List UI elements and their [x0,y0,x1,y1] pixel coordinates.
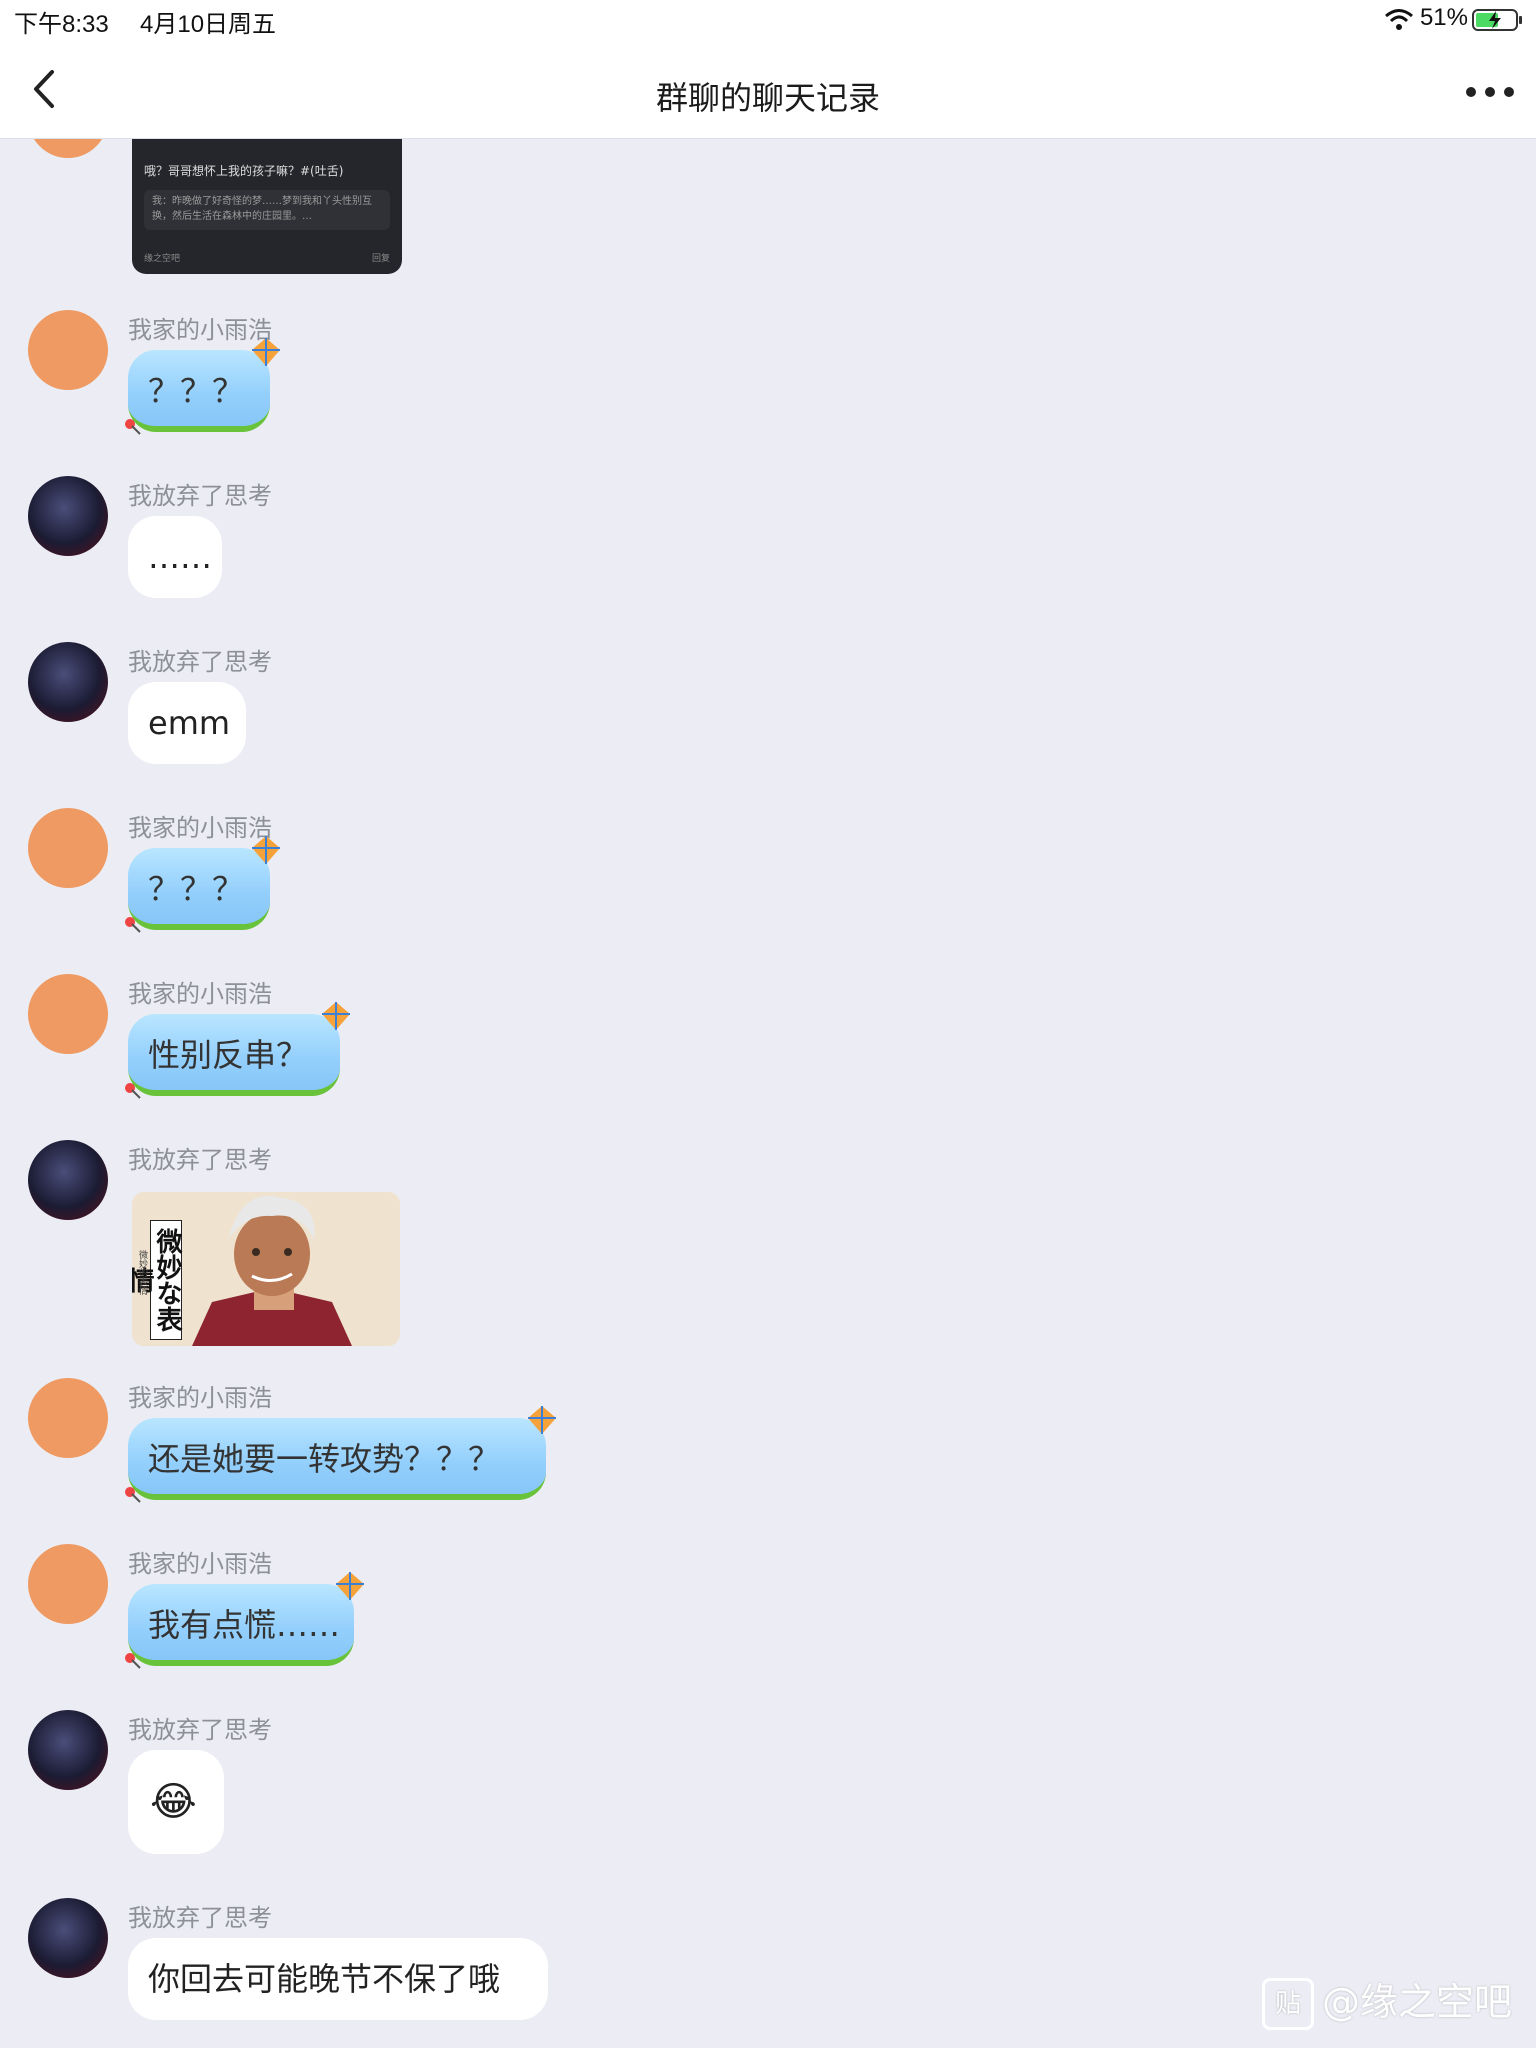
screenshot-quote: 我：昨晚做了好奇怪的梦……梦到我和丫头性别互换，然后生活在森林中的庄园里。… [144,190,390,230]
message-text: 性别反串？ [148,1036,309,1074]
pin-icon [125,419,141,435]
sender-name: 我放弃了思考 [128,648,272,676]
wifi-icon [1385,9,1413,30]
kite-icon [252,836,280,864]
avatar[interactable] [28,1898,108,1978]
sender-name: 我放弃了思考 [128,482,272,510]
pin-icon [125,1083,141,1099]
status-date: 4月10日周五 [140,11,277,38]
pin-icon [125,1653,141,1669]
avatar[interactable] [28,1140,108,1220]
avatar[interactable] [28,476,108,556]
status-bar: 下午8:33 4月10日周五 51% [0,0,1536,40]
sender-name: 我家的小雨浩 [128,1550,272,1578]
pin-icon [125,1487,141,1503]
screenshot-reply: 回复 [371,254,390,264]
message-text: ？？？ [148,372,245,410]
message-text: 你回去可能晚节不保了哦 [148,1960,501,1998]
chat-history: 哦？哥哥想怀上我的孩子嘛？#(吐舌) 我：昨晚做了好奇怪的梦……梦到我和丫头性别… [0,78,1536,2048]
message-text: 😂 [150,1779,197,1825]
screenshot-footer: 缘之空吧 [144,254,181,264]
message-bubble[interactable]: ？？？ [125,338,280,435]
kite-icon [336,1572,364,1600]
message-text: 我有点慌…… [148,1606,341,1644]
sender-name: 我放弃了思考 [128,1716,272,1744]
sticker-image[interactable]: 微妙な表情 微妙的表情 [132,1192,400,1346]
message-bubble[interactable]: 😂 [128,1750,224,1854]
nav-bar: 群聊的聊天记录 [0,40,1536,138]
kite-icon [322,1002,350,1030]
message-text: emm [148,704,231,742]
more-dots-icon[interactable] [1462,70,1518,110]
sender-name: 我放弃了思考 [128,1146,272,1174]
screenshot-text: 哦？哥哥想怀上我的孩子嘛？#(吐舌) [144,164,344,178]
tieba-logo-icon: 贴 [1261,1978,1314,2030]
pin-icon [125,917,141,933]
message-bubble[interactable]: 我有点慌…… [125,1572,364,1669]
battery-percent: 51% [1419,4,1468,31]
sender-name: 我家的小雨浩 [128,980,272,1008]
message-bubble[interactable]: ？？？ [125,836,280,933]
sender-name: 我家的小雨浩 [128,1384,272,1412]
avatar[interactable] [28,1378,108,1458]
message-text: 还是她要一转攻势？？？ [148,1440,501,1478]
status-time: 下午8:33 [14,11,109,38]
avatar[interactable] [28,642,108,722]
message-bubble[interactable]: 你回去可能晚节不保了哦 [128,1938,548,2020]
page-title: 群聊的聊天记录 [655,79,880,117]
message-bubble[interactable]: emm [128,682,246,764]
forwarded-screenshot-image[interactable]: 哦？哥哥想怀上我的孩子嘛？#(吐舌) 我：昨晚做了好奇怪的梦……梦到我和丫头性别… [132,128,402,274]
message-bubble[interactable]: 性别反串？ [125,1002,350,1099]
avatar[interactable] [28,1544,108,1624]
kite-icon [528,1406,556,1434]
avatar[interactable] [28,974,108,1054]
sender-name: 我放弃了思考 [128,1904,272,1932]
message-bubble[interactable]: …… [128,516,222,598]
watermark-text: @缘之空吧 [1321,1979,1512,2024]
message-bubble[interactable]: 还是她要一转攻势？？？ [125,1406,556,1503]
sticker-subcaption: 微妙的表情 [137,1250,147,1295]
watermark: 贴 @缘之空吧 [1261,1971,1512,2030]
battery-charging-icon [1472,9,1522,31]
avatar[interactable] [28,808,108,888]
avatar[interactable] [28,310,108,390]
message-text: …… [148,538,212,576]
avatar[interactable] [28,1710,108,1790]
sticker-caption: 微妙な表情 [132,1220,182,1340]
message-text: ？？？ [148,870,245,908]
kite-icon [252,338,280,366]
